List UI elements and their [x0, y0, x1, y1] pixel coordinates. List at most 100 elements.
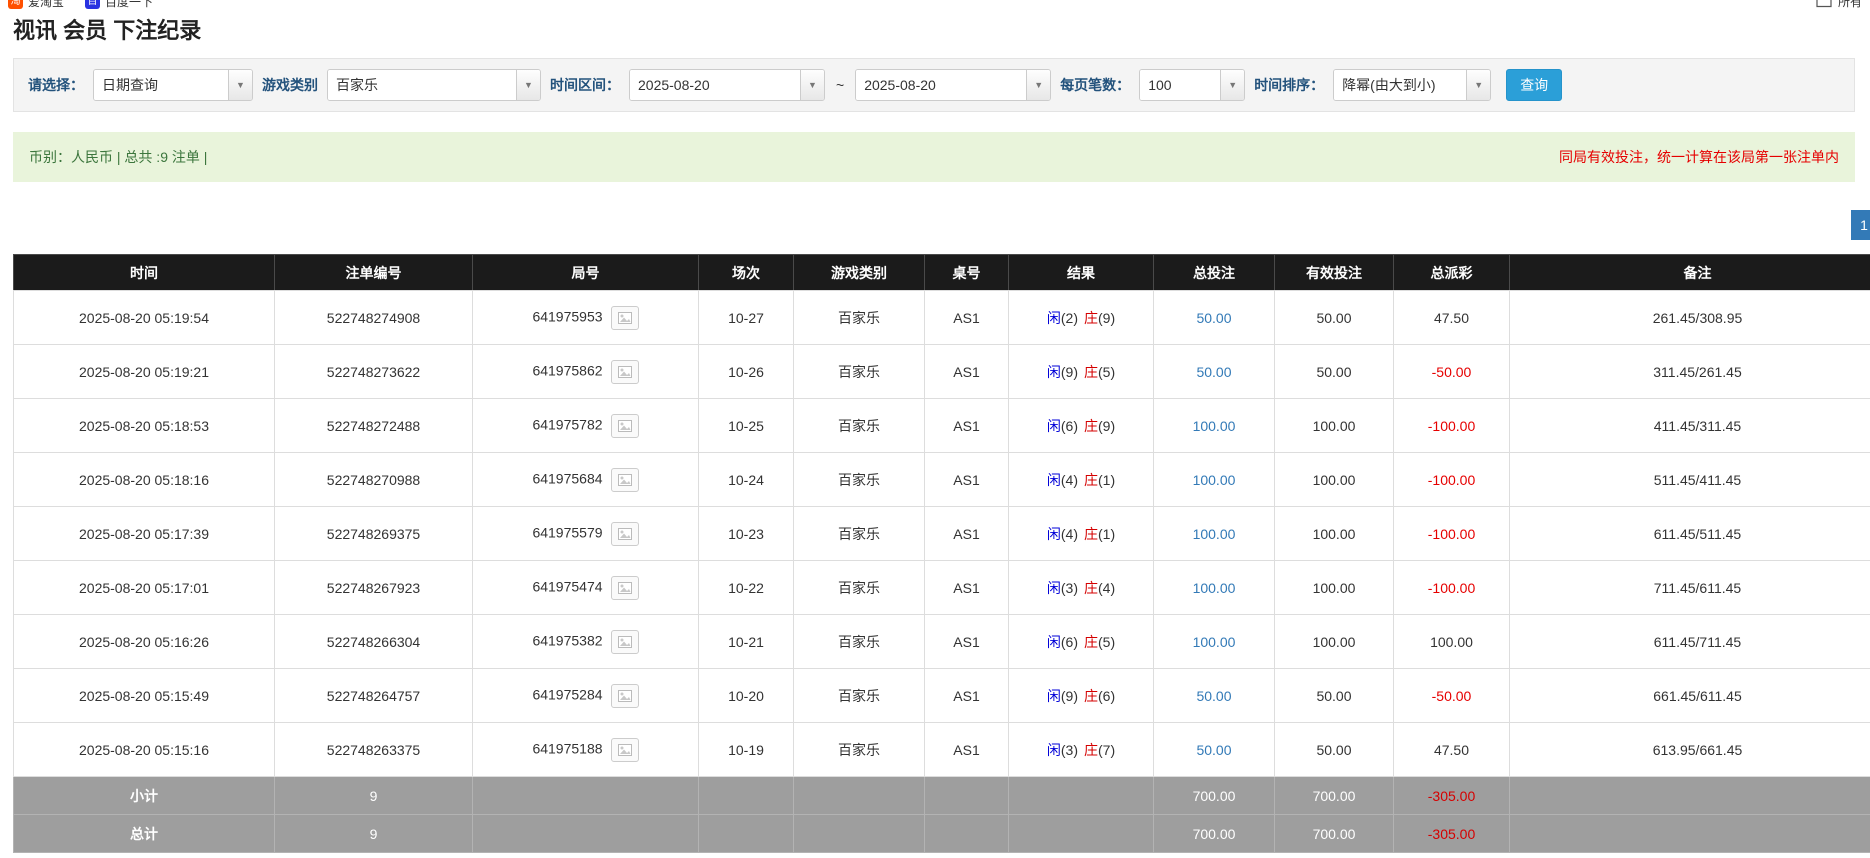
cell-time: 2025-08-20 05:19:21 — [14, 345, 275, 399]
cell-time: 2025-08-20 05:17:01 — [14, 561, 275, 615]
cell-total-bet: 100.00 — [1154, 507, 1275, 561]
chevron-down-icon[interactable]: ▼ — [800, 70, 824, 100]
bookmark-baidu-label: 百度一下 — [105, 0, 153, 10]
cell-game-type: 百家乐 — [794, 453, 925, 507]
table-row: 2025-08-20 05:18:53 522748272488 6419757… — [14, 399, 1870, 453]
select-label: 请选择： — [28, 75, 84, 95]
total-bet-link[interactable]: 100.00 — [1193, 526, 1236, 542]
page-title: 视讯 会员 下注纪录 — [13, 18, 1870, 44]
col-game-type: 游戏类别 — [794, 255, 925, 291]
cell-time: 2025-08-20 05:15:49 — [14, 669, 275, 723]
video-replay-icon[interactable] — [611, 468, 639, 492]
sort-order-label: 时间排序： — [1254, 75, 1324, 95]
cell-table-id: AS1 — [925, 669, 1009, 723]
pagination: 1 — [1851, 210, 1870, 240]
banker-result: 庄 — [1084, 580, 1098, 596]
video-replay-icon[interactable] — [611, 576, 639, 600]
summary-payout: -305.00 — [1394, 815, 1510, 853]
chevron-down-icon[interactable]: ▼ — [228, 70, 252, 100]
chevron-down-icon[interactable]: ▼ — [1466, 70, 1490, 100]
cell-bet-id: 522748269375 — [275, 507, 473, 561]
cell-game-type: 百家乐 — [794, 507, 925, 561]
summary-label: 小计 — [14, 777, 275, 815]
total-bet-link[interactable]: 50.00 — [1196, 742, 1231, 758]
date-from-input[interactable] — [630, 70, 800, 100]
summary-total-bet: 700.00 — [1154, 815, 1275, 853]
cell-round: 641975474 — [473, 561, 699, 615]
total-bet-link[interactable]: 50.00 — [1196, 688, 1231, 704]
empty-cell — [1009, 777, 1154, 815]
col-payout: 总派彩 — [1394, 255, 1510, 291]
browser-bookmarks-bar: 淘 爱淘宝 百 百度一下 所有 — [0, 0, 1870, 12]
query-button[interactable]: 查询 — [1506, 69, 1562, 101]
video-replay-icon[interactable] — [611, 306, 639, 330]
empty-cell — [1510, 815, 1870, 853]
summary-valid-bet: 700.00 — [1275, 777, 1394, 815]
video-replay-icon[interactable] — [611, 738, 639, 762]
chevron-down-icon[interactable]: ▼ — [516, 70, 540, 100]
cell-payout: 47.50 — [1394, 723, 1510, 777]
video-replay-icon[interactable] — [611, 414, 639, 438]
player-result: 闲 — [1047, 364, 1061, 380]
date-query-input[interactable] — [94, 70, 228, 100]
cell-session: 10-21 — [699, 615, 794, 669]
video-replay-icon[interactable] — [611, 522, 639, 546]
player-points: (4) — [1061, 526, 1078, 542]
chevron-down-icon[interactable]: ▼ — [1026, 70, 1050, 100]
page-size-input[interactable] — [1140, 70, 1220, 100]
empty-cell — [699, 815, 794, 853]
page-size-label: 每页笔数： — [1060, 75, 1130, 95]
cell-payout: -50.00 — [1394, 669, 1510, 723]
total-bet-link[interactable]: 100.00 — [1193, 472, 1236, 488]
banker-points: (6) — [1098, 688, 1115, 704]
cell-result: 闲(4)庄(1) — [1009, 507, 1154, 561]
total-bet-link[interactable]: 100.00 — [1193, 634, 1236, 650]
total-bet-link[interactable]: 100.00 — [1193, 580, 1236, 596]
bet-records-table: 时间 注单编号 局号 场次 游戏类别 桌号 结果 总投注 有效投注 总派彩 备注… — [13, 254, 1870, 853]
chevron-down-icon[interactable]: ▼ — [1220, 70, 1244, 100]
total-bet-link[interactable]: 100.00 — [1193, 418, 1236, 434]
col-total-bet: 总投注 — [1154, 255, 1275, 291]
cell-payout: -100.00 — [1394, 561, 1510, 615]
total-bet-link[interactable]: 50.00 — [1196, 310, 1231, 326]
cell-result: 闲(6)庄(9) — [1009, 399, 1154, 453]
cell-round: 641975684 — [473, 453, 699, 507]
date-separator: ~ — [834, 77, 846, 93]
cell-session: 10-27 — [699, 291, 794, 345]
cell-payout: 100.00 — [1394, 615, 1510, 669]
cell-remark: 613.95/661.45 — [1510, 723, 1870, 777]
cell-valid-bet: 100.00 — [1275, 453, 1394, 507]
video-replay-icon[interactable] — [611, 684, 639, 708]
game-type-label: 游戏类别 — [262, 75, 318, 95]
round-number: 641975284 — [532, 686, 602, 702]
cell-result: 闲(3)庄(4) — [1009, 561, 1154, 615]
cell-bet-id: 522748272488 — [275, 399, 473, 453]
cell-round: 641975862 — [473, 345, 699, 399]
cell-game-type: 百家乐 — [794, 345, 925, 399]
table-row: 2025-08-20 05:19:54 522748274908 6419759… — [14, 291, 1870, 345]
player-result: 闲 — [1047, 310, 1061, 326]
date-range-label: 时间区间： — [550, 75, 620, 95]
cell-round: 641975382 — [473, 615, 699, 669]
pagination-page-1[interactable]: 1 — [1851, 210, 1870, 240]
empty-cell — [925, 815, 1009, 853]
bookmark-baidu[interactable]: 百 百度一下 — [85, 0, 153, 10]
sort-order-input[interactable] — [1334, 70, 1466, 100]
total-bet-link[interactable]: 50.00 — [1196, 364, 1231, 380]
cell-total-bet: 100.00 — [1154, 453, 1275, 507]
summary-valid-bet: 700.00 — [1275, 815, 1394, 853]
game-type-input[interactable] — [328, 70, 516, 100]
all-bookmarks-label: 所有 — [1838, 0, 1862, 10]
all-bookmarks-button[interactable]: 所有 — [1816, 0, 1862, 12]
table-row: 2025-08-20 05:18:16 522748270988 6419756… — [14, 453, 1870, 507]
cell-bet-id: 522748270988 — [275, 453, 473, 507]
round-number: 641975953 — [532, 308, 602, 324]
bookmark-taobao[interactable]: 淘 爱淘宝 — [8, 0, 64, 10]
date-to-input[interactable] — [856, 70, 1026, 100]
cell-bet-id: 522748274908 — [275, 291, 473, 345]
video-replay-icon[interactable] — [611, 360, 639, 384]
cell-game-type: 百家乐 — [794, 291, 925, 345]
cell-remark: 261.45/308.95 — [1510, 291, 1870, 345]
page-size-select: ▼ — [1139, 69, 1245, 101]
video-replay-icon[interactable] — [611, 630, 639, 654]
